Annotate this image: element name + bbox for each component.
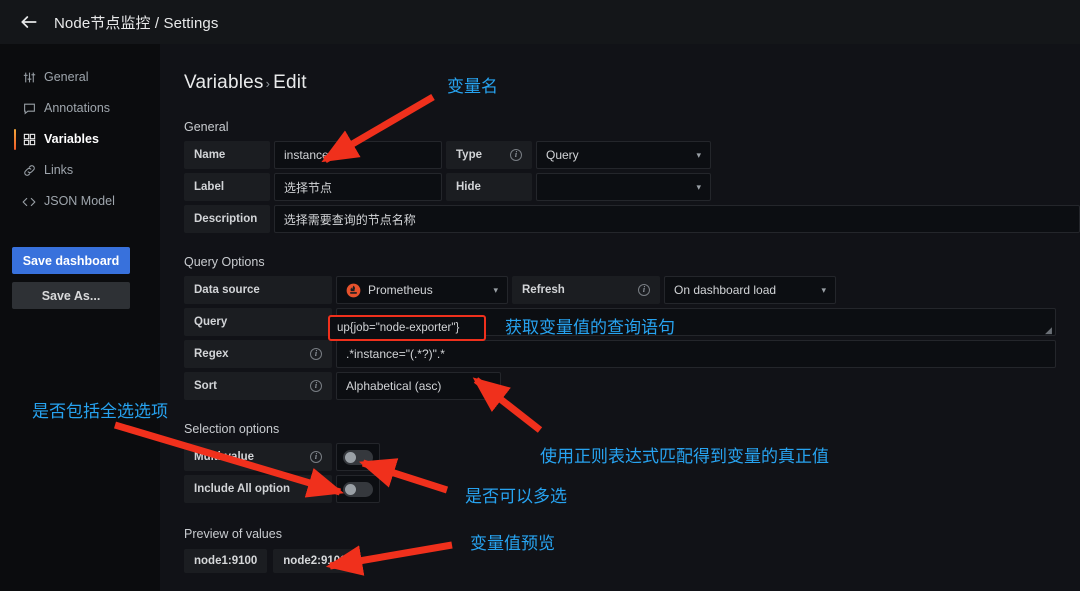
sidebar-item-label: General bbox=[44, 70, 89, 85]
include-all-toggle-cell[interactable] bbox=[336, 475, 380, 503]
chevron-down-icon: ▾ bbox=[696, 149, 701, 160]
info-icon[interactable]: i bbox=[310, 451, 322, 463]
label-input[interactable]: 选择节点 bbox=[274, 173, 442, 201]
regex-label-cell: Regex i bbox=[184, 340, 332, 368]
query-value-highlight[interactable]: up{job="node-exporter"} bbox=[328, 315, 486, 341]
name-type-row: Name instance Type i Query ▾ bbox=[184, 141, 1080, 169]
sort-label-cell: Sort i bbox=[184, 372, 332, 400]
chevron-down-icon: ▾ bbox=[821, 284, 826, 295]
chevron-down-icon: ▾ bbox=[696, 181, 701, 192]
multivalue-label: Multi-value bbox=[194, 451, 255, 463]
refresh-label-cell: Refresh i bbox=[512, 276, 660, 304]
breadcrumb-separator: › bbox=[265, 76, 271, 91]
description-row: Description 选择需要查询的节点名称 bbox=[184, 205, 1080, 233]
preview-value-chip: node1:9100 bbox=[184, 549, 268, 573]
regex-label: Regex bbox=[194, 348, 229, 360]
sidebar-item-label: Annotations bbox=[44, 101, 111, 116]
info-icon[interactable]: i bbox=[310, 380, 322, 392]
sidebar-item-label: JSON Model bbox=[44, 194, 115, 209]
type-label-cell: Type i bbox=[446, 141, 532, 169]
page-title: Variables › Edit bbox=[184, 72, 1080, 94]
info-icon[interactable]: i bbox=[310, 348, 322, 360]
label-label: Label bbox=[184, 173, 270, 201]
grid-icon bbox=[22, 133, 36, 147]
description-input[interactable]: 选择需要查询的节点名称 bbox=[273, 205, 1080, 233]
refresh-select[interactable]: On dashboard load ▾ bbox=[664, 276, 836, 304]
chevron-down-icon: ▾ bbox=[493, 284, 498, 295]
name-input[interactable]: instance bbox=[274, 141, 442, 169]
type-value: Query bbox=[546, 148, 579, 162]
type-select[interactable]: Query ▾ bbox=[536, 141, 711, 169]
back-arrow-icon[interactable] bbox=[18, 11, 40, 33]
query-input[interactable]: up{job="node-exporter"} bbox=[328, 315, 486, 341]
regex-input[interactable]: .*instance="(.*?)".* bbox=[336, 340, 1056, 368]
sidebar-item-variables[interactable]: Variables bbox=[0, 124, 160, 155]
sliders-icon bbox=[22, 71, 36, 85]
sidebar-item-json-model[interactable]: JSON Model bbox=[0, 186, 160, 217]
info-icon[interactable]: i bbox=[638, 284, 650, 296]
include-all-row: Include All option i bbox=[184, 475, 1080, 503]
query-label: Query bbox=[184, 308, 332, 336]
query-row: Query ◢ bbox=[184, 308, 1080, 336]
page-title-current: Edit bbox=[273, 72, 307, 93]
general-section-heading: General bbox=[184, 120, 229, 134]
save-dashboard-button[interactable]: Save dashboard bbox=[12, 247, 130, 274]
multivalue-row: Multi-value i bbox=[184, 443, 1080, 471]
refresh-label: Refresh bbox=[522, 284, 565, 296]
preview-heading: Preview of values bbox=[184, 527, 282, 541]
multivalue-label-cell: Multi-value i bbox=[184, 443, 332, 471]
include-all-label: Include All option bbox=[194, 483, 291, 495]
settings-sidebar: General Annotations Variables Links JSON… bbox=[0, 44, 160, 591]
sort-row: Sort i Alphabetical (asc) bbox=[184, 372, 1080, 400]
save-as-button[interactable]: Save As... bbox=[12, 282, 130, 309]
resize-handle-icon[interactable]: ◢ bbox=[1045, 326, 1053, 335]
multivalue-toggle-cell[interactable] bbox=[336, 443, 380, 471]
regex-row: Regex i .*instance="(.*?)".* bbox=[184, 340, 1080, 368]
sidebar-item-label: Variables bbox=[44, 132, 99, 147]
toggle-knob bbox=[345, 483, 356, 495]
datasource-refresh-row: Data source Prometheus ▾ Refresh i On da… bbox=[184, 276, 1080, 304]
top-bar: Node节点监控 / Settings bbox=[0, 0, 1080, 44]
datasource-value: Prometheus bbox=[368, 283, 433, 297]
label-hide-row: Label 选择节点 Hide ▾ bbox=[184, 173, 1080, 201]
page-title-root: Variables bbox=[184, 72, 264, 93]
query-options-heading: Query Options bbox=[184, 255, 265, 269]
sort-label: Sort bbox=[194, 380, 217, 392]
datasource-label: Data source bbox=[184, 276, 332, 304]
code-icon bbox=[22, 195, 36, 209]
description-label: Description bbox=[184, 205, 270, 233]
selection-options-heading: Selection options bbox=[184, 422, 280, 436]
hide-label: Hide bbox=[446, 173, 532, 201]
type-label: Type bbox=[456, 149, 482, 161]
multivalue-toggle[interactable] bbox=[343, 449, 373, 465]
name-label: Name bbox=[184, 141, 270, 169]
refresh-value: On dashboard load bbox=[674, 283, 777, 297]
sort-select[interactable]: Alphabetical (asc) bbox=[336, 372, 501, 400]
include-all-label-cell: Include All option i bbox=[184, 475, 332, 503]
breadcrumb: Node节点监控 / Settings bbox=[54, 14, 219, 32]
link-icon bbox=[22, 164, 36, 178]
sidebar-item-links[interactable]: Links bbox=[0, 155, 160, 186]
info-icon[interactable]: i bbox=[510, 149, 522, 161]
hide-select[interactable]: ▾ bbox=[536, 173, 711, 201]
sidebar-item-general[interactable]: General bbox=[0, 62, 160, 93]
variables-edit-panel: Variables › Edit General Name instance Typ… bbox=[160, 44, 1080, 591]
preview-values-list: node1:9100 node2:9100 bbox=[184, 549, 1080, 573]
prometheus-icon bbox=[346, 283, 361, 298]
sidebar-item-label: Links bbox=[44, 163, 74, 178]
toggle-knob bbox=[345, 451, 356, 463]
include-all-toggle[interactable] bbox=[343, 481, 373, 497]
info-icon[interactable]: i bbox=[310, 483, 322, 495]
sidebar-item-annotations[interactable]: Annotations bbox=[0, 93, 160, 124]
preview-value-chip: node2:9100 bbox=[273, 549, 357, 573]
datasource-select[interactable]: Prometheus ▾ bbox=[336, 276, 508, 304]
comment-icon bbox=[22, 102, 36, 116]
